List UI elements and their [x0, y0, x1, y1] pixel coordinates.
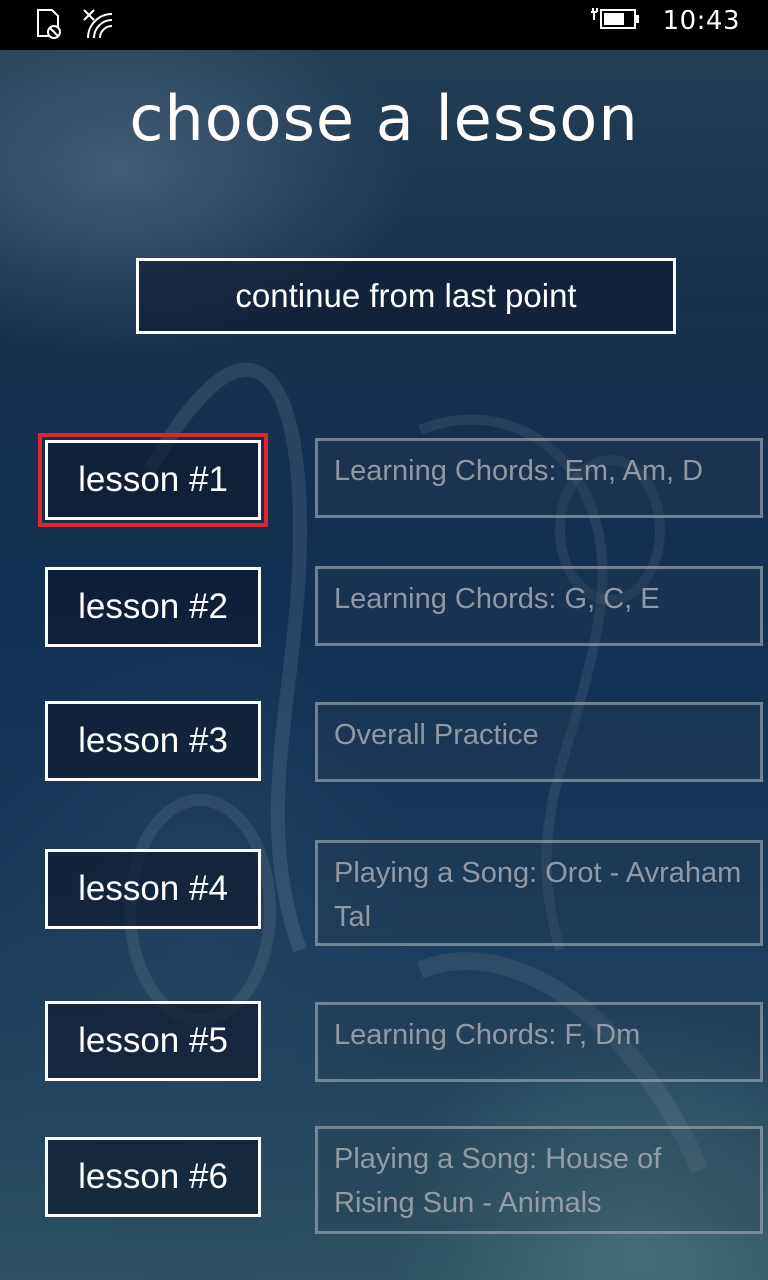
lesson-1-description: Learning Chords: Em, Am, D: [315, 438, 763, 518]
sim-blocked-icon: [34, 8, 64, 44]
lesson-6-button[interactable]: lesson #6: [45, 1137, 261, 1217]
lesson-6-description: Playing a Song: House of Rising Sun - An…: [315, 1126, 763, 1234]
status-time: 10:43: [662, 6, 740, 36]
lesson-4-description: Playing a Song: Orot - Avraham Tal: [315, 840, 763, 946]
continue-from-last-point-button[interactable]: continue from last point: [136, 258, 676, 334]
lesson-1-button[interactable]: lesson #1: [38, 433, 268, 527]
lesson-2-button[interactable]: lesson #2: [45, 567, 261, 647]
battery-charging-icon: [589, 6, 641, 36]
lesson-5-description: Learning Chords: F, Dm: [315, 1002, 763, 1082]
lesson-3-description: Overall Practice: [315, 702, 763, 782]
status-bar: 10:43: [0, 0, 768, 50]
lesson-2-description: Learning Chords: G, C, E: [315, 566, 763, 646]
page-title: choose a lesson: [129, 82, 639, 155]
lesson-3-button[interactable]: lesson #3: [45, 701, 261, 781]
guitar-background-image: [0, 50, 768, 1280]
lesson-4-button[interactable]: lesson #4: [45, 849, 261, 929]
lesson-5-button[interactable]: lesson #5: [45, 1001, 261, 1081]
wifi-no-internet-icon: [82, 8, 118, 44]
